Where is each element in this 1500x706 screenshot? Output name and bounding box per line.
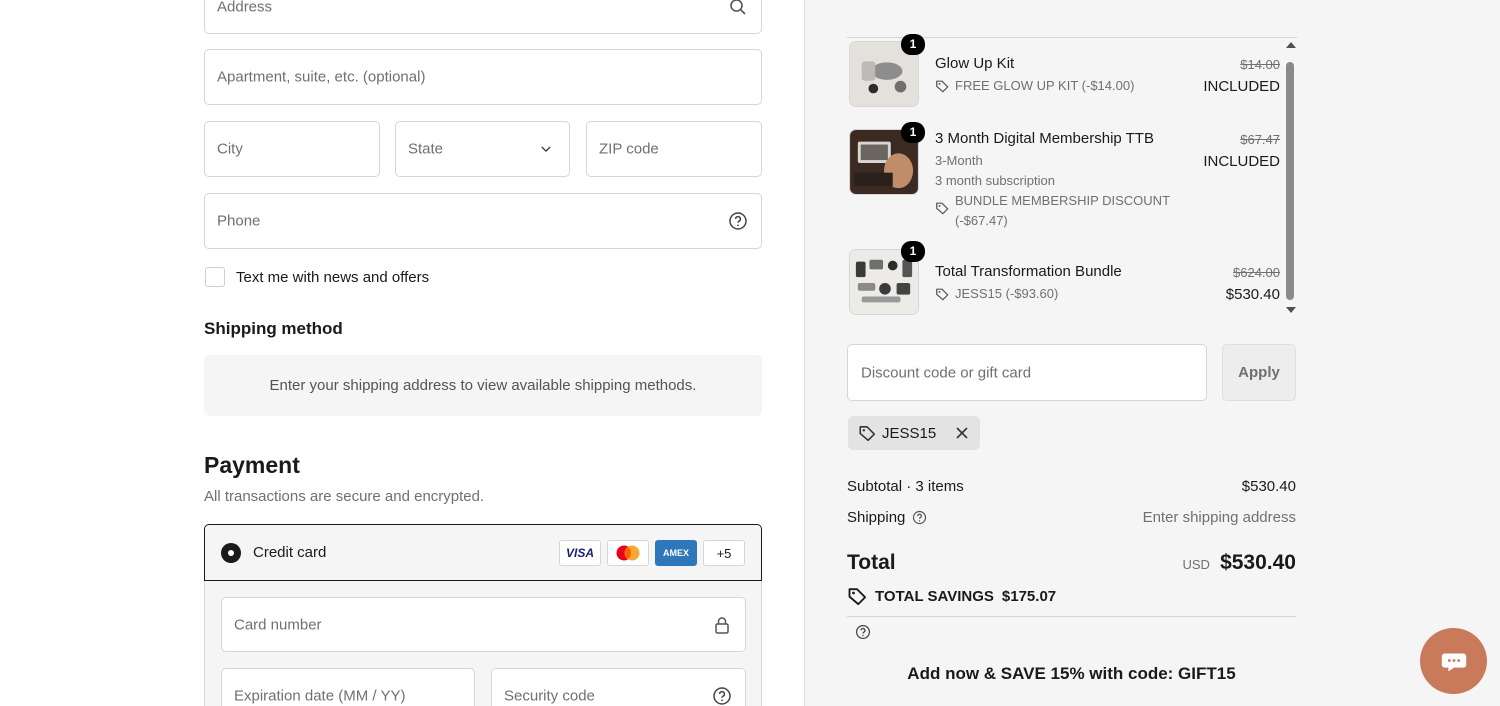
chevron-down-icon [541,146,551,152]
payment-heading: Payment [204,452,300,478]
state-value: State [408,140,444,158]
applied-discount-chip: JESS15 [848,416,981,450]
phone-field[interactable]: Phone [204,193,762,249]
zip-field[interactable]: ZIP code [586,121,762,177]
expiry-placeholder: Expiration date (MM / YY) [234,687,406,704]
currency-code: USD [1182,557,1210,572]
expiry-field[interactable]: Expiration date (MM / YY) [221,668,475,706]
discount-code-placeholder: Discount code or gift card [861,364,1032,381]
item-quantity-badge: 1 [901,122,925,143]
visa-icon: VISA [559,540,601,566]
item-quantity-badge: 1 [901,34,925,55]
total-label: Total [847,551,896,574]
item-discount-amount: (-$67.47) [955,213,1008,228]
order-summary-panel: 1 Glow Up Kit FREE GLOW UP KIT (-$14.00)… [805,0,1500,706]
item-original-price: $14.00 [1240,57,1280,72]
subtotal-label: Subtotal · 3 items [847,478,964,495]
card-brands: VISA AMEX +5 [559,540,745,566]
apartment-field[interactable]: Apartment, suite, etc. (optional) [204,49,762,105]
item-discount: BUNDLE MEMBERSHIP DISCOUNT (-$67.47) [935,193,1170,228]
search-icon[interactable] [728,0,748,17]
tag-icon [848,588,867,606]
applied-code: JESS15 [882,424,937,442]
credit-card-option[interactable]: Credit card VISA AMEX +5 [204,524,762,581]
total-value: $530.40 [1220,551,1296,574]
total-row: Total USD $530.40 [847,551,1296,581]
items-scrollbar[interactable] [1284,40,1296,318]
item-name: Glow Up Kit [935,55,1015,72]
scroll-up-arrow[interactable] [1286,42,1296,48]
help-icon[interactable] [712,686,732,706]
item-discount: JESS15 (-$93.60) [935,286,1058,301]
help-icon[interactable] [728,211,748,231]
zip-placeholder: ZIP code [599,140,659,158]
lock-icon [715,616,729,634]
city-field[interactable]: City [204,121,380,177]
item-original-price: $624.00 [1233,265,1280,280]
discount-code-input[interactable]: Discount code or gift card [847,344,1207,401]
security-code-field[interactable]: Security code [491,668,746,706]
close-icon[interactable] [956,427,968,439]
shipping-value: Enter shipping address [1142,509,1296,526]
shipping-label: Shipping [847,509,906,526]
chat-button[interactable] [1420,628,1487,694]
item-price: INCLUDED [1203,78,1280,95]
item-original-price: $67.47 [1240,132,1280,147]
security-code-placeholder: Security code [504,687,595,704]
credit-card-radio[interactable] [221,543,241,563]
sms-optin-label[interactable]: Text me with news and offers [236,269,429,286]
help-icon[interactable] [855,624,871,640]
item-discount-text: BUNDLE MEMBERSHIP DISCOUNT [955,193,1171,208]
address-field[interactable]: Address [204,0,762,34]
item-discount-text: FREE GLOW UP KIT (-$14.00) [955,78,1135,93]
item-plan: 3 month subscription [935,173,1055,188]
apartment-placeholder: Apartment, suite, etc. (optional) [217,68,426,86]
item-price: $530.40 [1225,286,1280,303]
state-select[interactable]: State [395,121,570,177]
subtotal-value: $530.40 [1241,478,1296,495]
tag-icon [936,80,949,93]
more-cards-badge: +5 [703,540,745,566]
amex-icon: AMEX [655,540,697,566]
mastercard-icon [607,540,649,566]
address-placeholder: Address [217,0,273,16]
promo-banner: Add now & SAVE 15% with code: GIFT15 [907,664,1236,683]
shipping-method-heading: Shipping method [204,319,343,338]
item-name: 3 Month Digital Membership TTB [935,130,1154,147]
sms-optin-checkbox[interactable] [205,267,225,287]
credit-card-form: Card number Expiration date (MM / YY) Se… [204,581,762,706]
phone-placeholder: Phone [217,212,261,230]
savings-label: TOTAL SAVINGS [875,587,994,605]
scrollbar-thumb[interactable] [1286,62,1294,300]
summary-divider [847,616,1296,617]
item-name: Total Transformation Bundle [935,263,1122,280]
apply-button[interactable]: Apply [1222,344,1296,401]
city-placeholder: City [217,140,243,158]
tag-icon [859,426,876,442]
credit-card-label: Credit card [253,544,327,561]
tag-icon [936,202,949,215]
item-discount: FREE GLOW UP KIT (-$14.00) [935,78,1134,93]
item-discount-text: JESS15 (-$93.60) [955,286,1059,301]
tag-icon [936,288,949,301]
chat-icon [1441,653,1466,672]
checkout-form-panel: Address Apartment, suite, etc. (optional… [0,0,805,706]
item-price: INCLUDED [1203,153,1280,170]
scroll-down-arrow[interactable] [1286,307,1296,313]
card-number-field[interactable]: Card number [221,597,746,652]
total-savings: TOTAL SAVINGS $175.07 [847,586,1056,606]
savings-value: $175.07 [1001,587,1057,605]
shipping-method-empty: Enter your shipping address to view avai… [204,355,762,416]
item-variant: 3-Month [935,153,983,168]
help-icon[interactable] [912,510,927,525]
card-number-placeholder: Card number [234,616,322,633]
order-items-list[interactable]: 1 Glow Up Kit FREE GLOW UP KIT (-$14.00)… [847,34,1297,318]
item-quantity-badge: 1 [901,241,925,262]
payment-subtitle: All transactions are secure and encrypte… [204,488,485,505]
